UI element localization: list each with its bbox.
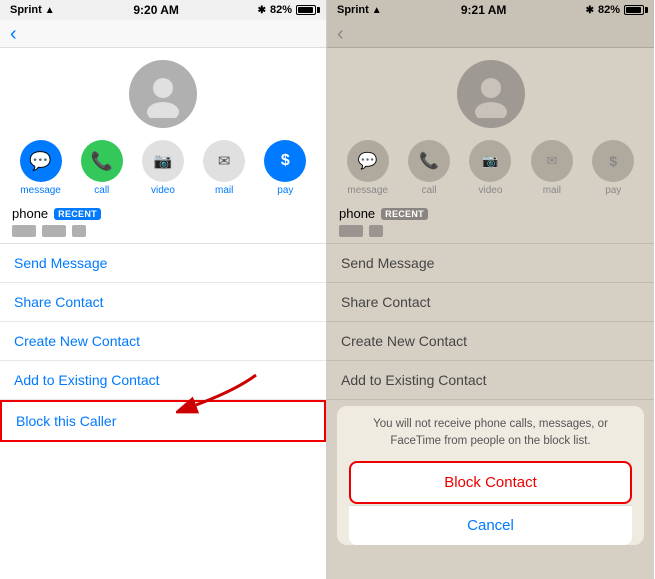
message-label-right: message	[347, 185, 388, 196]
battery-icon-right	[624, 5, 644, 15]
message-icon-right: 💬	[347, 140, 389, 182]
mail-label-right: mail	[543, 185, 561, 196]
call-icon-left: 📞	[81, 140, 123, 182]
recent-badge-left: RECENT	[54, 208, 101, 220]
wifi-icon-left: ▲	[45, 5, 55, 16]
menu-send-message-right: Send Message	[327, 244, 654, 283]
block-caller-container: Block this Caller	[0, 400, 326, 442]
call-label-left: call	[94, 185, 109, 196]
menu-share-contact-left[interactable]: Share Contact	[0, 283, 326, 322]
carrier-left: Sprint	[10, 4, 42, 16]
action-message-right: 💬 message	[342, 140, 394, 196]
message-icon-left: 💬	[20, 140, 62, 182]
status-left-right: Sprint ▲	[337, 4, 382, 16]
action-mail-left[interactable]: ✉ mail	[198, 140, 250, 196]
battery-text-left: 82%	[270, 4, 292, 16]
video-label-right: video	[479, 185, 503, 196]
phone-label-row-right: phone RECENT	[327, 202, 654, 223]
action-message-left[interactable]: 💬 message	[15, 140, 67, 196]
status-left: Sprint ▲	[10, 4, 55, 16]
avatar-svg-right	[467, 70, 515, 118]
status-right-left: ✱ 82%	[258, 4, 316, 16]
action-row-left: 💬 message 📞 call 📷 video ✉ mail $ pay	[0, 136, 326, 202]
phone-label-right: phone	[339, 206, 375, 221]
time-right: 9:21 AM	[461, 3, 507, 17]
action-call-right: 📞 call	[403, 140, 455, 196]
action-call-left[interactable]: 📞 call	[76, 140, 128, 196]
phone-number-row-left	[0, 223, 326, 243]
bluetooth-icon-left: ✱	[258, 5, 266, 16]
pay-label-right: pay	[605, 185, 621, 196]
nav-bar-left: ‹	[0, 20, 326, 48]
cancel-button[interactable]: Cancel	[349, 505, 632, 545]
phone-label-left: phone	[12, 206, 48, 221]
back-button-right[interactable]: ‹	[337, 24, 344, 44]
action-video-right: 📷 video	[464, 140, 516, 196]
status-bar-right: Sprint ▲ 9:21 AM ✱ 82%	[327, 0, 654, 20]
avatar-section-left	[0, 48, 326, 136]
phone-number-row-right	[327, 223, 654, 243]
phone-number-block1-left	[12, 225, 36, 237]
video-label-left: video	[151, 185, 175, 196]
call-icon-right: 📞	[408, 140, 450, 182]
right-phone-screen: Sprint ▲ 9:21 AM ✱ 82% ‹ 💬 message 📞 ca	[327, 0, 654, 579]
menu-section-left: Send Message Share Contact Create New Co…	[0, 243, 326, 579]
bluetooth-icon-right: ✱	[586, 5, 594, 16]
video-icon-left: 📷	[142, 140, 184, 182]
avatar-left	[129, 60, 197, 128]
mail-label-left: mail	[215, 185, 233, 196]
message-label-left: message	[20, 185, 61, 196]
time-left: 9:20 AM	[133, 3, 179, 17]
menu-create-contact-left[interactable]: Create New Contact	[0, 322, 326, 361]
confirm-text: You will not receive phone calls, messag…	[349, 416, 632, 451]
avatar-right	[457, 60, 525, 128]
recent-badge-right: RECENT	[381, 208, 428, 220]
avatar-svg-left	[139, 70, 187, 118]
phone-number-block2-right	[369, 225, 383, 237]
action-mail-right: ✉ mail	[526, 140, 578, 196]
confirm-panel: You will not receive phone calls, messag…	[337, 406, 644, 545]
pay-icon-right: $	[592, 140, 634, 182]
call-label-right: call	[422, 185, 437, 196]
pay-label-left: pay	[277, 185, 293, 196]
block-caller-item-left[interactable]: Block this Caller	[0, 400, 326, 442]
nav-bar-right: ‹	[327, 20, 654, 48]
mail-icon-right: ✉	[531, 140, 573, 182]
phone-label-row-left: phone RECENT	[0, 202, 326, 223]
block-contact-button[interactable]: Block Contact	[349, 461, 632, 504]
menu-add-existing-left[interactable]: Add to Existing Contact	[0, 361, 326, 400]
action-video-left[interactable]: 📷 video	[137, 140, 189, 196]
battery-text-right: 82%	[598, 4, 620, 16]
status-right-right: ✱ 82%	[586, 4, 644, 16]
carrier-right: Sprint	[337, 4, 369, 16]
menu-share-contact-right: Share Contact	[327, 283, 654, 322]
mail-icon-left: ✉	[203, 140, 245, 182]
phone-number-block3-left	[72, 225, 86, 237]
menu-send-message-left[interactable]: Send Message	[0, 244, 326, 283]
menu-section-right: Send Message Share Contact Create New Co…	[327, 243, 654, 579]
menu-create-contact-right: Create New Contact	[327, 322, 654, 361]
back-button-left[interactable]: ‹	[10, 24, 17, 44]
wifi-icon-right: ▲	[372, 5, 382, 16]
action-pay-left[interactable]: $ pay	[259, 140, 311, 196]
action-pay-right: $ pay	[587, 140, 639, 196]
status-bar-left: Sprint ▲ 9:20 AM ✱ 82%	[0, 0, 326, 20]
red-arrow-annotation	[176, 370, 266, 420]
phone-number-block1-right	[339, 225, 363, 237]
battery-icon-left	[296, 5, 316, 15]
left-phone-screen: Sprint ▲ 9:20 AM ✱ 82% ‹ 💬 message 📞	[0, 0, 327, 579]
action-row-right: 💬 message 📞 call 📷 video ✉ mail $ pay	[327, 136, 654, 202]
video-icon-right: 📷	[469, 140, 511, 182]
menu-add-existing-right: Add to Existing Contact	[327, 361, 654, 400]
avatar-section-right	[327, 48, 654, 136]
phone-number-block2-left	[42, 225, 66, 237]
pay-icon-left: $	[264, 140, 306, 182]
